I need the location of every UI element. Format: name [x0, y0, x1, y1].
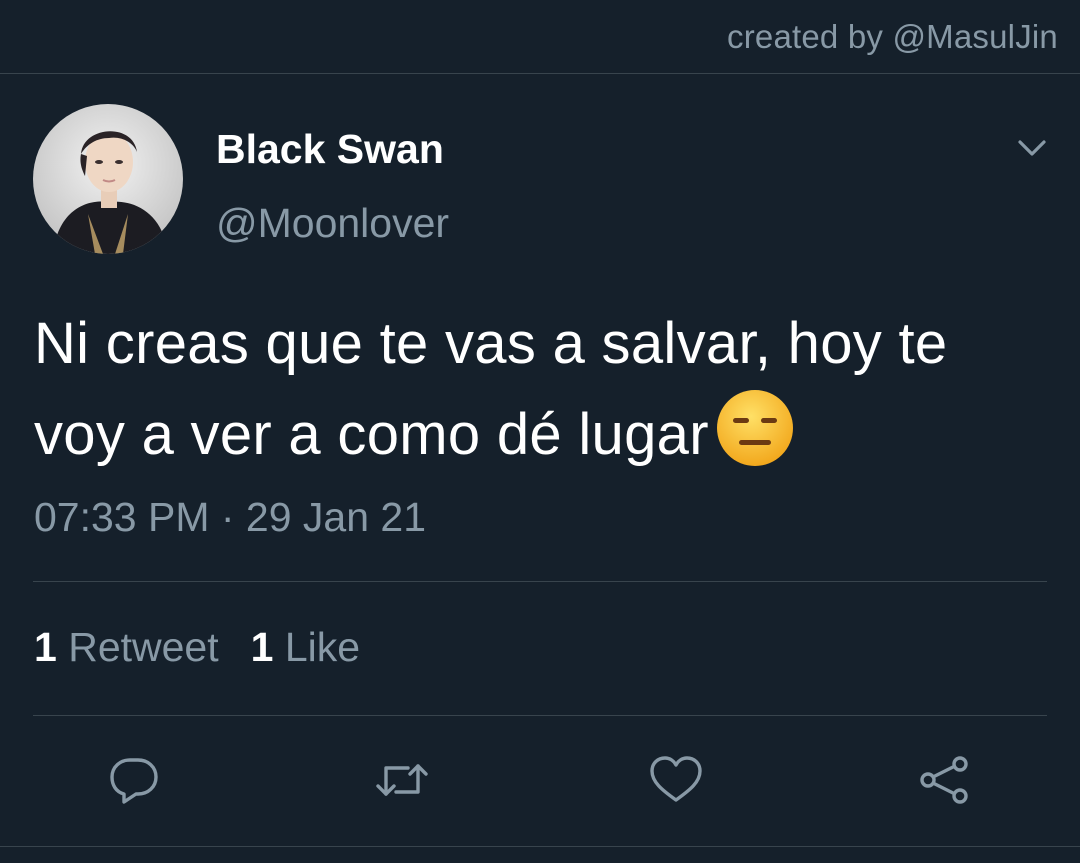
reply-icon[interactable]	[106, 752, 162, 808]
likes-stat[interactable]: 1 Like	[251, 624, 360, 671]
tweet-text: Ni creas que te vas a salvar, hoy te voy…	[34, 300, 1054, 493]
retweets-label: Retweet	[68, 624, 219, 670]
divider	[33, 581, 1047, 582]
retweets-count: 1	[34, 624, 57, 670]
likes-label: Like	[284, 624, 361, 670]
like-icon[interactable]	[648, 752, 704, 808]
avatar[interactable]	[33, 104, 183, 254]
author-display-name[interactable]: Black Swan	[216, 126, 444, 173]
tweet-body: Ni creas que te vas a salvar, hoy te voy…	[34, 311, 948, 467]
expressionless-face-emoji	[715, 388, 795, 493]
divider	[0, 846, 1080, 847]
avatar-photo	[33, 104, 183, 254]
chevron-down-icon[interactable]	[1014, 130, 1050, 166]
tweet-stats: 1 Retweet 1 Like	[34, 624, 360, 671]
retweets-stat[interactable]: 1 Retweet	[34, 624, 219, 671]
tweet-timestamp[interactable]: 07:33 PM · 29 Jan 21	[34, 494, 426, 541]
retweet-icon[interactable]	[374, 752, 430, 808]
divider	[33, 715, 1047, 716]
share-icon[interactable]	[916, 752, 972, 808]
top-header-bar: created by @MasulJin	[0, 0, 1080, 74]
likes-count: 1	[250, 624, 274, 670]
creator-credit: created by @MasulJin	[727, 18, 1058, 55]
author-handle[interactable]: @Moonlover	[216, 200, 449, 247]
